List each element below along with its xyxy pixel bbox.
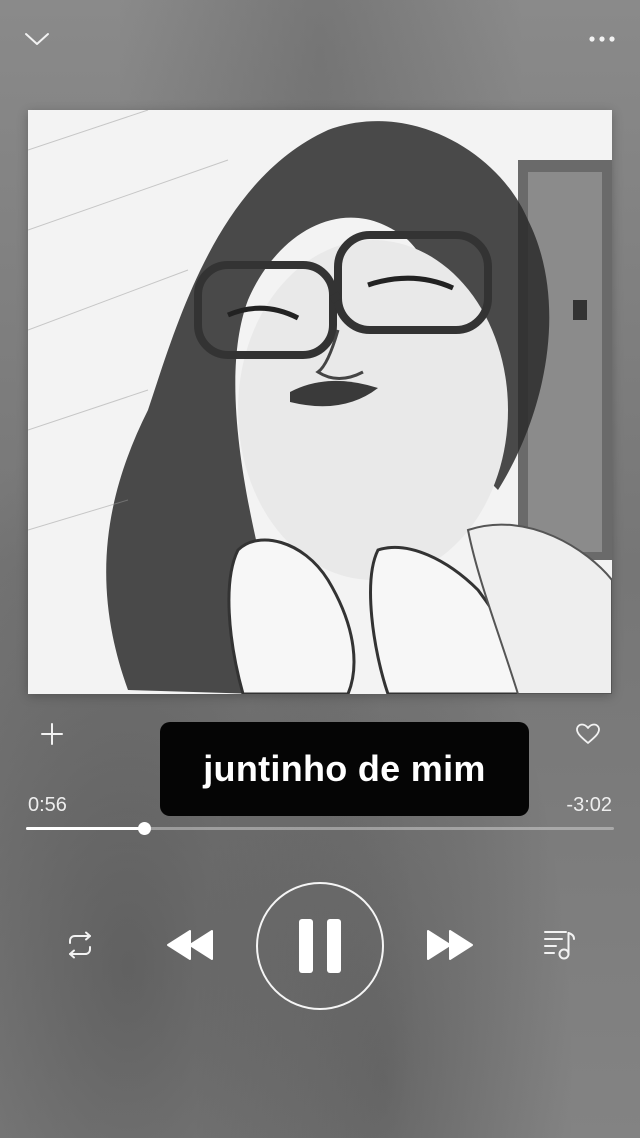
track-title-box: juntinho de mim: [160, 722, 529, 816]
collapse-button[interactable]: [20, 22, 54, 56]
more-options-button[interactable]: [582, 22, 622, 56]
add-to-library-button[interactable]: [36, 718, 68, 750]
repeat-icon: [69, 931, 91, 959]
heart-outline-icon: [576, 723, 600, 744]
track-title: juntinho de mim: [203, 748, 486, 789]
artwork-sketch: [28, 110, 612, 694]
progress-bar[interactable]: [26, 822, 614, 835]
previous-track-button[interactable]: [160, 920, 220, 970]
repeat-button[interactable]: [58, 925, 102, 965]
progress-fill: [26, 827, 144, 830]
more-horizontal-icon: [589, 36, 615, 42]
fast-forward-icon: [427, 930, 473, 960]
playlist-icon: [544, 931, 575, 960]
rewind-icon: [167, 930, 213, 960]
progress-knob[interactable]: [137, 822, 151, 835]
play-pause-button[interactable]: [256, 882, 384, 1010]
playback-controls: [0, 880, 640, 1010]
chevron-down-icon: [25, 33, 49, 45]
favorite-button[interactable]: [572, 718, 604, 750]
queue-button[interactable]: [538, 922, 582, 966]
album-artwork: [28, 110, 612, 694]
next-track-button[interactable]: [420, 920, 480, 970]
top-bar: [0, 22, 640, 58]
plus-icon: [41, 723, 63, 745]
elapsed-time: 0:56: [28, 794, 67, 816]
pause-icon: [299, 919, 341, 973]
remaining-time: -3:02: [566, 794, 612, 816]
